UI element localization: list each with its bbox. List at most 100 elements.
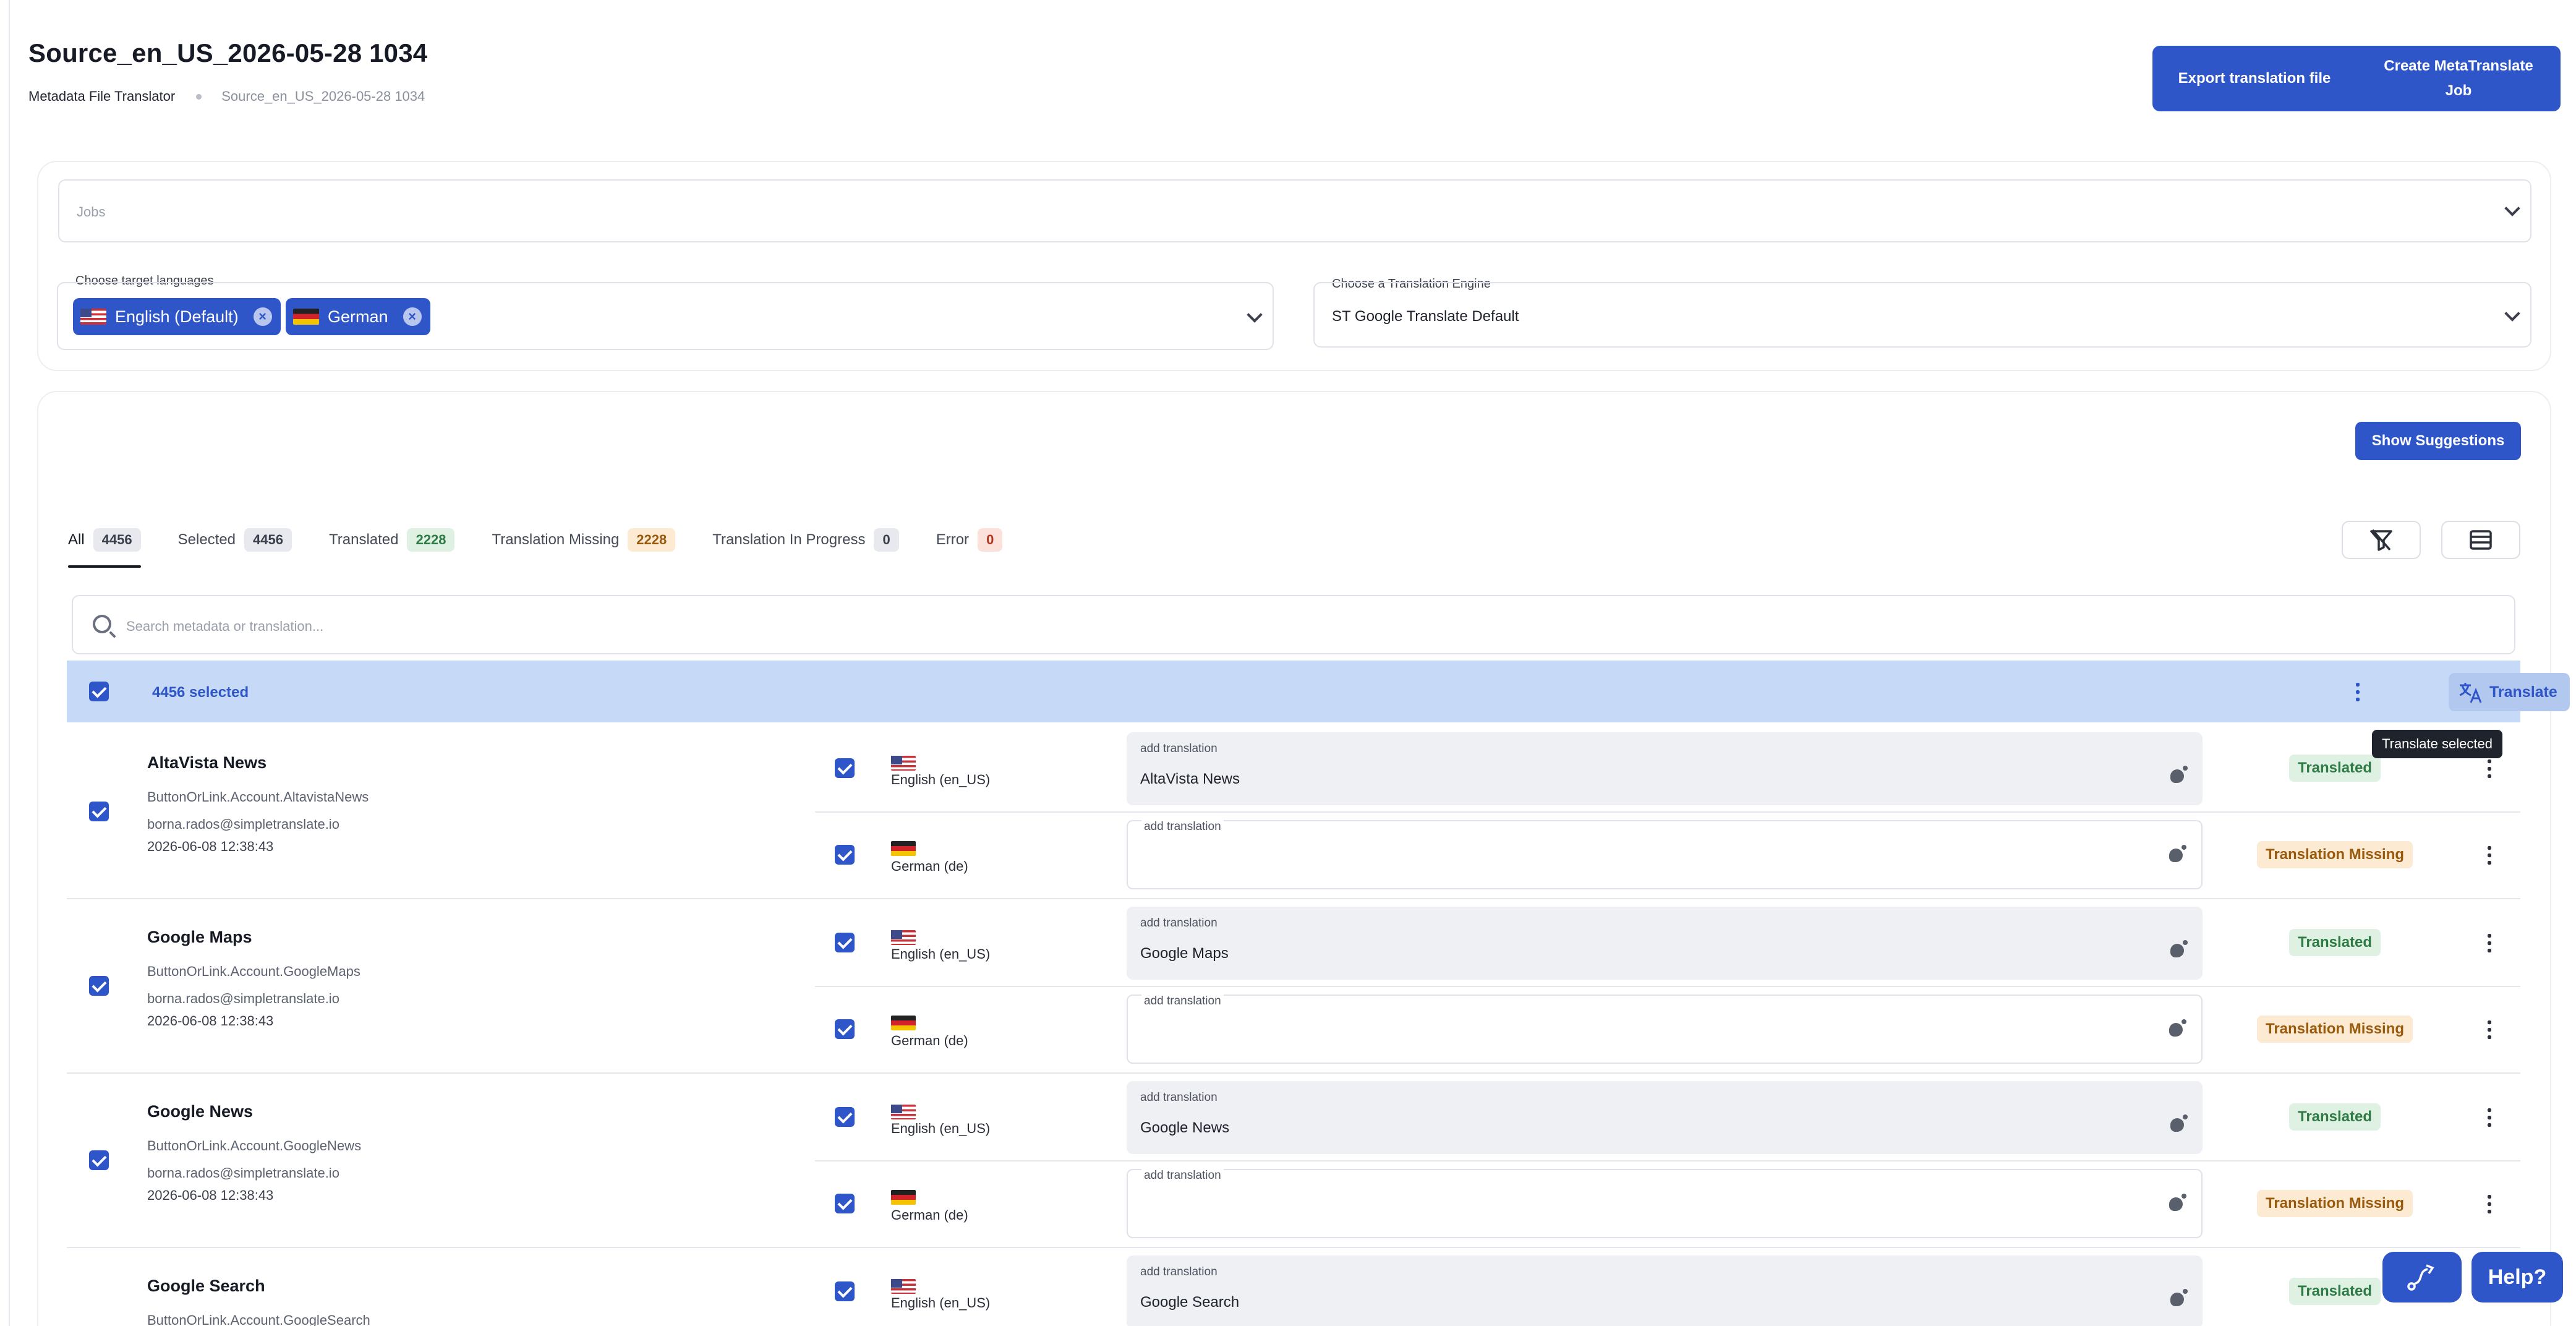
selected-count: 4456 selected [152, 684, 249, 701]
tab-translation-in-progress[interactable]: Translation In Progress 0 [712, 524, 899, 555]
language-name: German (de) [891, 858, 968, 874]
more-options-icon[interactable] [2488, 1020, 2491, 1039]
translation-field[interactable]: add translation Google News [1127, 1081, 2203, 1154]
search-input[interactable]: Search metadata or translation... [126, 618, 323, 635]
suggest-icon[interactable] [2170, 1289, 2188, 1306]
row-checkbox[interactable] [89, 1150, 109, 1170]
metadata-user: borna.rados@simpletranslate.io [147, 1165, 339, 1181]
route-icon [2407, 1264, 2434, 1291]
chevron-down-icon [1247, 307, 1263, 323]
guided-tour-button[interactable] [2382, 1252, 2462, 1302]
suggest-icon[interactable] [2170, 940, 2188, 957]
create-metatranslate-job-button[interactable]: Create MetaTranslate Job [2356, 46, 2561, 111]
translation-field-label: add translation [1141, 1169, 1224, 1183]
more-options-icon[interactable] [2488, 1108, 2491, 1127]
lang-row-checkbox[interactable] [835, 1107, 855, 1127]
tab-selected[interactable]: Selected 4456 [178, 524, 292, 555]
target-languages-select[interactable]: English (Default) × German × [57, 282, 1274, 350]
translation-field[interactable]: add translation [1127, 1169, 2203, 1238]
translation-text: Google Search [1140, 1294, 1240, 1311]
metadata-row-group: Google Maps ButtonOrLink.Account.GoogleM… [67, 899, 2520, 1074]
suggest-icon[interactable] [2170, 1114, 2188, 1132]
show-suggestions-button[interactable]: Show Suggestions [2355, 422, 2521, 460]
flag-us-icon [891, 1105, 916, 1119]
more-options-icon[interactable] [2488, 759, 2491, 778]
breadcrumb-separator [196, 93, 202, 100]
language-name: German (de) [891, 1033, 968, 1048]
tab-label: Translation Missing [492, 531, 620, 548]
row-checkbox[interactable] [89, 802, 109, 821]
tab-count-badge: 2228 [407, 528, 455, 552]
translation-field[interactable]: add translation Google Search [1127, 1255, 2203, 1326]
translate-button[interactable]: Translate [2449, 673, 2570, 711]
breadcrumb-item-current: Source_en_US_2026-05-28 1034 [221, 88, 425, 104]
suggest-icon[interactable] [2169, 1194, 2186, 1211]
tab-label: Translation In Progress [712, 531, 866, 548]
suggest-icon[interactable] [2170, 766, 2188, 783]
row-checkbox[interactable] [89, 976, 109, 996]
selection-bar: 4456 selected Translate [67, 661, 2570, 722]
language-chip-english: English (Default) × [73, 298, 281, 335]
breadcrumb: Metadata File Translator Source_en_US_20… [28, 88, 425, 105]
tab-translation-missing[interactable]: Translation Missing 2228 [492, 524, 676, 555]
chevron-down-icon [2504, 306, 2520, 322]
metadata-date: 2026-06-08 12:38:43 [147, 1013, 274, 1029]
breadcrumb-item-parent[interactable]: Metadata File Translator [28, 88, 175, 105]
suggest-icon[interactable] [2169, 1019, 2186, 1037]
tab-error[interactable]: Error 0 [936, 524, 1003, 555]
select-all-checkbox[interactable] [89, 682, 109, 701]
translate-label: Translate [2489, 683, 2557, 701]
lang-row-checkbox[interactable] [835, 933, 855, 952]
language-name: English (en_US) [891, 1121, 991, 1136]
lang-row-checkbox[interactable] [835, 1194, 855, 1213]
clear-filters-button[interactable] [2342, 521, 2421, 559]
more-options-icon[interactable] [2488, 934, 2491, 952]
metadata-user: borna.rados@simpletranslate.io [147, 991, 339, 1006]
language-name: English (en_US) [891, 772, 991, 787]
metadata-date: 2026-06-08 12:38:43 [147, 1187, 274, 1203]
metadata-user: borna.rados@simpletranslate.io [147, 816, 339, 832]
translation-field[interactable]: add translation [1127, 820, 2203, 889]
translation-engine-select[interactable]: ST Google Translate Default [1313, 282, 2531, 348]
status-badge: Translated [2289, 755, 2381, 782]
tab-translated[interactable]: Translated 2228 [328, 524, 455, 555]
more-options-icon[interactable] [2488, 1195, 2491, 1213]
translation-field[interactable]: add translation AltaVista News [1127, 732, 2203, 805]
tab-count-badge: 4456 [93, 528, 141, 552]
flag-us-icon [891, 930, 916, 945]
translation-field-label: add translation [1140, 1265, 1218, 1278]
translation-field[interactable]: add translation Google Maps [1127, 907, 2203, 980]
remove-chip-icon[interactable]: × [253, 307, 272, 326]
jobs-select[interactable]: Jobs [58, 179, 2531, 242]
flag-de-icon [891, 1016, 916, 1030]
export-translation-file-button[interactable]: Export translation file [2152, 46, 2356, 111]
tab-label: All [68, 531, 85, 548]
translation-field-label: add translation [1141, 994, 1224, 1008]
flag-us-icon [891, 756, 916, 771]
flag-de-icon [891, 1190, 916, 1205]
more-options-icon[interactable] [2356, 683, 2360, 701]
translate-tooltip: Translate selected [2372, 730, 2502, 758]
tab-all[interactable]: All 4456 [68, 524, 141, 568]
help-button[interactable]: Help? [2472, 1252, 2563, 1302]
language-name: English (en_US) [891, 1295, 991, 1311]
translation-field-label: add translation [1140, 1091, 1218, 1104]
suggest-icon[interactable] [2169, 845, 2186, 862]
more-options-icon[interactable] [2488, 846, 2491, 865]
tab-label: Selected [177, 531, 236, 548]
metadata-key: ButtonOrLink.Account.GoogleMaps [147, 964, 360, 979]
remove-chip-icon[interactable]: × [403, 307, 422, 326]
left-edge-rule [9, 0, 10, 1326]
row-divider [815, 986, 2520, 987]
search-icon [93, 615, 111, 633]
translation-field[interactable]: add translation [1127, 994, 2203, 1064]
lang-row-checkbox[interactable] [835, 845, 855, 865]
flag-us-icon [80, 309, 106, 325]
tab-label: Translated [328, 531, 399, 548]
lang-row-checkbox[interactable] [835, 1019, 855, 1039]
metadata-key: ButtonOrLink.Account.GoogleNews [147, 1138, 362, 1153]
column-settings-button[interactable] [2441, 521, 2520, 559]
lang-row-checkbox[interactable] [835, 758, 855, 778]
lang-row-checkbox[interactable] [835, 1281, 855, 1301]
filter-off-icon [2370, 529, 2392, 551]
